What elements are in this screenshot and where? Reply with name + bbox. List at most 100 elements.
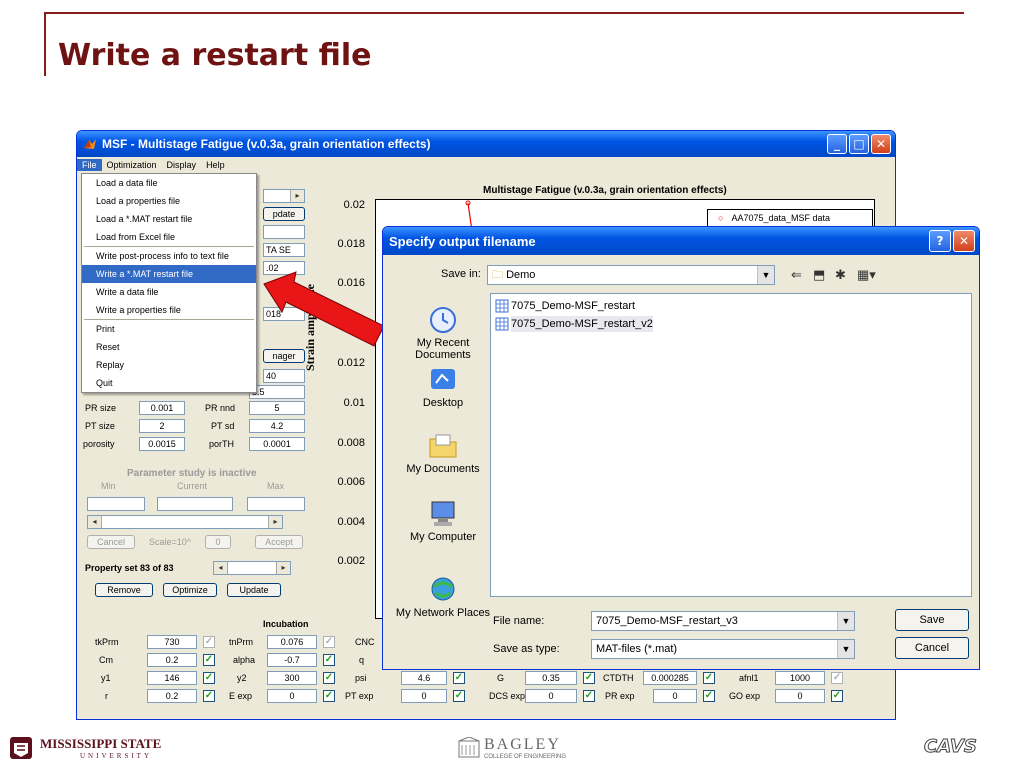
new-folder-icon[interactable]: ✱: [835, 267, 846, 283]
field-alpha[interactable]: -0.7: [267, 653, 317, 667]
field-dcsexp[interactable]: 0: [525, 689, 577, 703]
back-icon[interactable]: ⇐: [791, 267, 802, 283]
minimize-button[interactable]: _: [827, 134, 847, 154]
field-r[interactable]: 0.2: [147, 689, 197, 703]
field-40[interactable]: 40: [263, 369, 305, 383]
study-scale-field[interactable]: 0: [205, 535, 231, 549]
save-in-combo[interactable]: 🗀 Demo ▼: [487, 265, 775, 285]
maximize-button[interactable]: □: [849, 134, 869, 154]
menu-item-reset[interactable]: Reset: [82, 338, 256, 356]
savetype-label: Save as type:: [493, 643, 560, 655]
place-documents[interactable]: My Documents: [395, 431, 491, 475]
field-y2[interactable]: 300: [267, 671, 317, 685]
checkbox-afnl1[interactable]: ✓: [831, 672, 843, 684]
checkbox-psi[interactable]: ✓: [453, 672, 465, 684]
property-set-slider[interactable]: ◂ ▸: [213, 561, 291, 575]
menu-item-write-mat[interactable]: Write a *.MAT restart file: [82, 265, 256, 283]
field-afnl1[interactable]: 1000: [775, 671, 825, 685]
menu-item-load-properties[interactable]: Load a properties file: [82, 192, 256, 210]
field-eexp[interactable]: 0: [267, 689, 317, 703]
menu-item-print[interactable]: Print: [82, 320, 256, 338]
menu-optimization[interactable]: Optimization: [102, 159, 162, 171]
study-cancel-button[interactable]: Cancel: [87, 535, 135, 549]
checkbox-tnprm[interactable]: ✓: [323, 636, 335, 648]
menu-item-load-mat[interactable]: Load a *.MAT restart file: [82, 210, 256, 228]
help-button[interactable]: ?: [929, 230, 951, 252]
file-list[interactable]: 7075_Demo-MSF_restart 7075_Demo-MSF_rest…: [490, 293, 972, 597]
field-tnprm[interactable]: 0.076: [267, 635, 317, 649]
field-ptexp[interactable]: 0: [401, 689, 447, 703]
field-tkprm[interactable]: 730: [147, 635, 197, 649]
file-item[interactable]: 7075_Demo-MSF_restart: [495, 298, 635, 314]
place-network[interactable]: My Network Places: [395, 575, 491, 619]
menu-item-quit[interactable]: Quit: [82, 374, 256, 392]
checkbox-prexp[interactable]: ✓: [703, 690, 715, 702]
study-min-field[interactable]: [87, 497, 145, 511]
checkbox-eexp[interactable]: ✓: [323, 690, 335, 702]
field-g[interactable]: 0.35: [525, 671, 577, 685]
savetype-select[interactable]: MAT-files (*.mat) ▼: [591, 639, 855, 659]
place-computer[interactable]: My Computer: [395, 499, 491, 543]
label-tnprm: tnPrm: [229, 637, 254, 647]
field-ta-se[interactable]: TA SE: [263, 243, 305, 257]
menu-file[interactable]: File: [77, 159, 102, 171]
field-35[interactable]: 3.5: [249, 385, 305, 399]
place-desktop[interactable]: Desktop: [395, 365, 491, 409]
up-folder-icon[interactable]: ⬒: [813, 267, 825, 283]
place-recent[interactable]: My Recent Documents: [395, 305, 491, 361]
checkbox-ptexp[interactable]: ✓: [453, 690, 465, 702]
update-button[interactable]: Update: [227, 583, 281, 597]
menu-item-write-data[interactable]: Write a data file: [82, 283, 256, 301]
field-porosity[interactable]: 0.0015: [139, 437, 185, 451]
menu-item-load-excel[interactable]: Load from Excel file: [82, 228, 256, 246]
study-max-field[interactable]: [247, 497, 305, 511]
top-scrollbar[interactable]: ▸: [263, 189, 305, 203]
menu-item-write-properties[interactable]: Write a properties file: [82, 301, 256, 319]
field-ctdth[interactable]: 0.000285: [643, 671, 697, 685]
checkbox-y2[interactable]: ✓: [323, 672, 335, 684]
field-psi[interactable]: 4.6: [401, 671, 447, 685]
checkbox-ctdth[interactable]: ✓: [703, 672, 715, 684]
field-goexp[interactable]: 0: [775, 689, 825, 703]
menu-help[interactable]: Help: [201, 159, 230, 171]
checkbox-y1[interactable]: ✓: [203, 672, 215, 684]
update-button-partial[interactable]: pdate: [263, 207, 305, 221]
checkbox-cm[interactable]: ✓: [203, 654, 215, 666]
field-y1[interactable]: 146: [147, 671, 197, 685]
cancel-button[interactable]: Cancel: [895, 637, 969, 659]
study-current-field[interactable]: [157, 497, 233, 511]
field-pt-sd[interactable]: 4.2: [249, 419, 305, 433]
checkbox-g[interactable]: ✓: [583, 672, 595, 684]
file-item[interactable]: 7075_Demo-MSF_restart_v2: [495, 316, 653, 332]
field-partial-1[interactable]: [263, 225, 305, 239]
optimize-button[interactable]: Optimize: [163, 583, 217, 597]
field-prexp[interactable]: 0: [653, 689, 697, 703]
checkbox-dcsexp[interactable]: ✓: [583, 690, 595, 702]
save-button[interactable]: Save: [895, 609, 969, 631]
checkbox-tkprm[interactable]: ✓: [203, 636, 215, 648]
field-porth[interactable]: 0.0001: [249, 437, 305, 451]
menu-item-load-data[interactable]: Load a data file: [82, 174, 256, 192]
field-cm[interactable]: 0.2: [147, 653, 197, 667]
view-menu-icon[interactable]: ▦▾: [857, 267, 876, 283]
menu-item-write-postprocess[interactable]: Write post-process info to text file: [82, 247, 256, 265]
menu-item-replay[interactable]: Replay: [82, 356, 256, 374]
checkbox-r[interactable]: ✓: [203, 690, 215, 702]
menu-display[interactable]: Display: [162, 159, 202, 171]
chevron-down-icon[interactable]: ▼: [837, 612, 854, 630]
checkbox-alpha[interactable]: ✓: [323, 654, 335, 666]
chevron-down-icon[interactable]: ▼: [757, 266, 774, 284]
field-pt-size[interactable]: 2: [139, 419, 185, 433]
close-button[interactable]: ✕: [871, 134, 891, 154]
chevron-down-icon[interactable]: ▼: [837, 640, 854, 658]
study-slider[interactable]: ◂ ▸: [87, 515, 283, 529]
manager-button[interactable]: nager: [263, 349, 305, 363]
field-pr-nnd[interactable]: 5: [249, 401, 305, 415]
field-pr-size[interactable]: 0.001: [139, 401, 185, 415]
label-q: q: [359, 655, 365, 665]
checkbox-goexp[interactable]: ✓: [831, 690, 843, 702]
filename-input[interactable]: 7075_Demo-MSF_restart_v3 ▼: [591, 611, 855, 631]
study-accept-button[interactable]: Accept: [255, 535, 303, 549]
remove-button[interactable]: Remove: [95, 583, 153, 597]
dialog-close-button[interactable]: ✕: [953, 230, 975, 252]
